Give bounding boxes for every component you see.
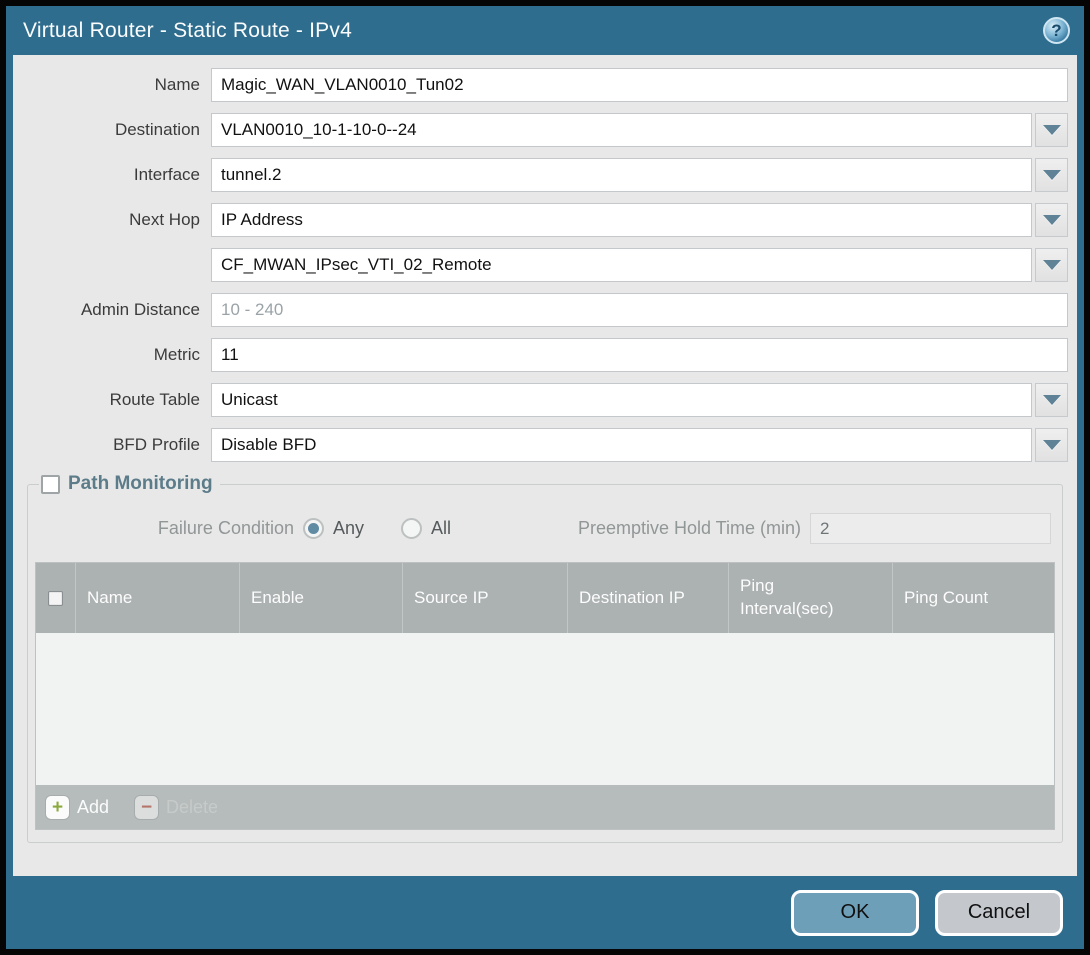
failure-condition-all-radio[interactable] xyxy=(401,518,422,539)
admin-distance-row: Admin Distance xyxy=(13,293,1077,327)
metric-label: Metric xyxy=(13,345,211,365)
destination-input[interactable] xyxy=(211,113,1032,147)
chevron-down-icon xyxy=(1043,170,1061,180)
preemptive-hold-time-label: Preemptive Hold Time (min) xyxy=(578,518,810,539)
next-hop-address-dropdown-button[interactable] xyxy=(1035,248,1068,282)
preemptive-hold-time-input xyxy=(810,513,1051,544)
help-icon[interactable]: ? xyxy=(1043,17,1070,44)
metric-input[interactable] xyxy=(211,338,1068,372)
interface-row: Interface xyxy=(13,158,1077,192)
chevron-down-icon xyxy=(1043,125,1061,135)
column-header-ping-interval: Ping Interval(sec) xyxy=(729,563,893,633)
path-monitoring-table: Name Enable Source IP Destination IP Pin… xyxy=(35,562,1055,830)
table-toolbar: + Add − Delete xyxy=(36,785,1054,829)
table-header-row: Name Enable Source IP Destination IP Pin… xyxy=(36,563,1054,633)
failure-condition-radio-group: Any All xyxy=(303,518,479,539)
route-table-row: Route Table xyxy=(13,383,1077,417)
path-monitoring-title: Path Monitoring xyxy=(68,473,213,495)
failure-condition-any-label: Any xyxy=(333,518,364,539)
interface-label: Interface xyxy=(13,165,211,185)
destination-label: Destination xyxy=(13,120,211,140)
bfd-profile-row: BFD Profile xyxy=(13,428,1077,462)
minus-icon: − xyxy=(135,796,158,819)
route-table-dropdown-button[interactable] xyxy=(1035,383,1068,417)
next-hop-dropdown-button[interactable] xyxy=(1035,203,1068,237)
chevron-down-icon xyxy=(1043,215,1061,225)
route-table-label: Route Table xyxy=(13,390,211,410)
next-hop-label: Next Hop xyxy=(13,210,211,230)
cancel-button[interactable]: Cancel xyxy=(935,890,1063,936)
next-hop-address-row xyxy=(13,248,1077,282)
add-button-label: Add xyxy=(77,797,109,818)
bfd-profile-select[interactable] xyxy=(211,428,1032,462)
failure-condition-all-label: All xyxy=(431,518,451,539)
select-all-checkbox[interactable] xyxy=(48,591,63,606)
ok-button[interactable]: OK xyxy=(791,890,919,936)
name-input[interactable] xyxy=(211,68,1068,102)
failure-condition-label: Failure Condition xyxy=(35,518,303,539)
dialog-titlebar: Virtual Router - Static Route - IPv4 ? xyxy=(6,6,1084,55)
dialog-title: Virtual Router - Static Route - IPv4 xyxy=(23,19,1043,43)
column-header-ping-count: Ping Count xyxy=(893,563,1054,633)
admin-distance-input[interactable] xyxy=(211,293,1068,327)
column-header-source-ip: Source IP xyxy=(403,563,568,633)
next-hop-row: Next Hop xyxy=(13,203,1077,237)
plus-icon: + xyxy=(46,796,69,819)
dialog-footer: OK Cancel xyxy=(6,876,1084,949)
name-label: Name xyxy=(13,75,211,95)
failure-condition-row: Failure Condition Any All Preemptive Hol… xyxy=(35,499,1055,562)
next-hop-type-select[interactable] xyxy=(211,203,1032,237)
chevron-down-icon xyxy=(1043,440,1061,450)
path-monitoring-section: Path Monitoring Failure Condition Any Al… xyxy=(27,473,1063,843)
chevron-down-icon xyxy=(1043,260,1061,270)
failure-condition-any-radio[interactable] xyxy=(303,518,324,539)
add-button[interactable]: + Add xyxy=(46,796,109,819)
chevron-down-icon xyxy=(1043,395,1061,405)
dialog-body: Name Destination Interface Next Hop xyxy=(13,55,1077,876)
destination-dropdown-button[interactable] xyxy=(1035,113,1068,147)
table-body-empty xyxy=(36,633,1054,785)
interface-input[interactable] xyxy=(211,158,1032,192)
bfd-profile-dropdown-button[interactable] xyxy=(1035,428,1068,462)
path-monitoring-checkbox[interactable] xyxy=(41,475,60,494)
column-header-destination-ip: Destination IP xyxy=(568,563,729,633)
bfd-profile-label: BFD Profile xyxy=(13,435,211,455)
static-route-dialog: Virtual Router - Static Route - IPv4 ? N… xyxy=(0,0,1090,955)
next-hop-address-input[interactable] xyxy=(211,248,1032,282)
destination-row: Destination xyxy=(13,113,1077,147)
name-row: Name xyxy=(13,68,1077,102)
column-header-enable: Enable xyxy=(240,563,403,633)
interface-dropdown-button[interactable] xyxy=(1035,158,1068,192)
admin-distance-label: Admin Distance xyxy=(13,300,211,320)
column-header-name: Name xyxy=(76,563,240,633)
delete-button-label: Delete xyxy=(166,797,218,818)
delete-button[interactable]: − Delete xyxy=(135,796,218,819)
select-all-cell xyxy=(36,563,76,633)
metric-row: Metric xyxy=(13,338,1077,372)
route-table-select[interactable] xyxy=(211,383,1032,417)
path-monitoring-legend: Path Monitoring xyxy=(39,473,220,495)
